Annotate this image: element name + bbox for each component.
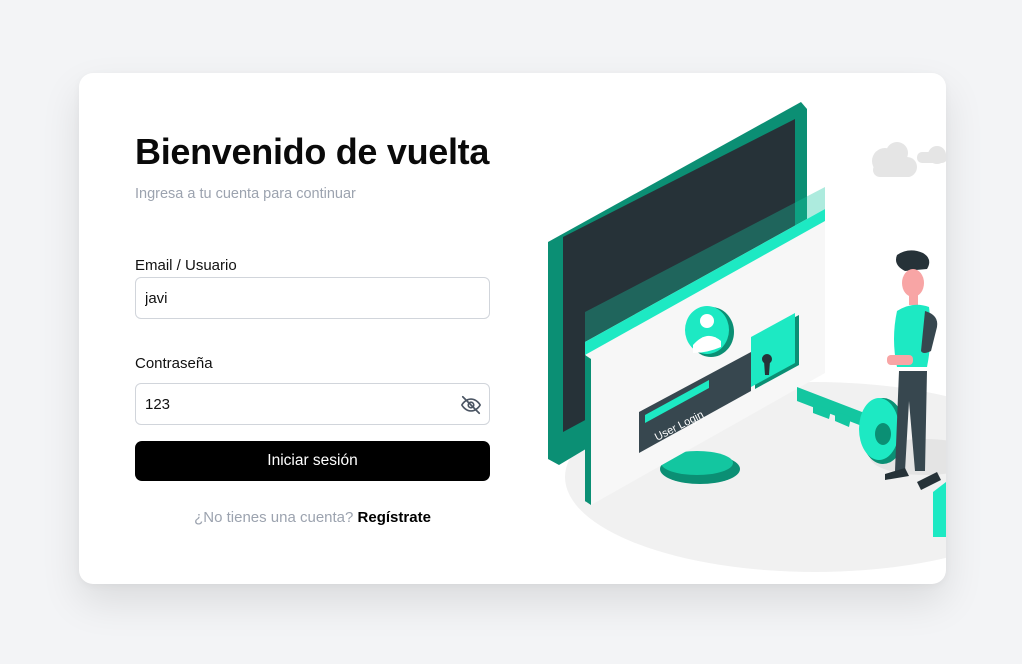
email-label: Email / Usuario — [135, 257, 237, 274]
password-field-wrapper — [135, 383, 490, 425]
eye-slash-icon[interactable] — [460, 394, 482, 416]
signup-prompt-text: ¿No tienes una cuenta? — [194, 509, 354, 526]
signup-prompt: ¿No tienes una cuenta? Regístrate — [135, 509, 490, 526]
email-field[interactable] — [136, 278, 489, 318]
password-field[interactable] — [136, 384, 489, 424]
signup-link[interactable]: Regístrate — [358, 509, 431, 526]
login-form: Bienvenido de vuelta Ingresa a tu cuenta… — [135, 73, 490, 584]
login-illustration: User Login — [545, 97, 946, 577]
email-field-wrapper — [135, 277, 490, 319]
page-subtitle: Ingresa a tu cuenta para continuar — [135, 186, 356, 202]
page-title: Bienvenido de vuelta — [135, 131, 490, 172]
login-button[interactable]: Iniciar sesión — [135, 441, 490, 481]
cloud-icon — [872, 142, 946, 177]
password-label: Contraseña — [135, 355, 213, 372]
login-card: Bienvenido de vuelta Ingresa a tu cuenta… — [79, 73, 946, 584]
